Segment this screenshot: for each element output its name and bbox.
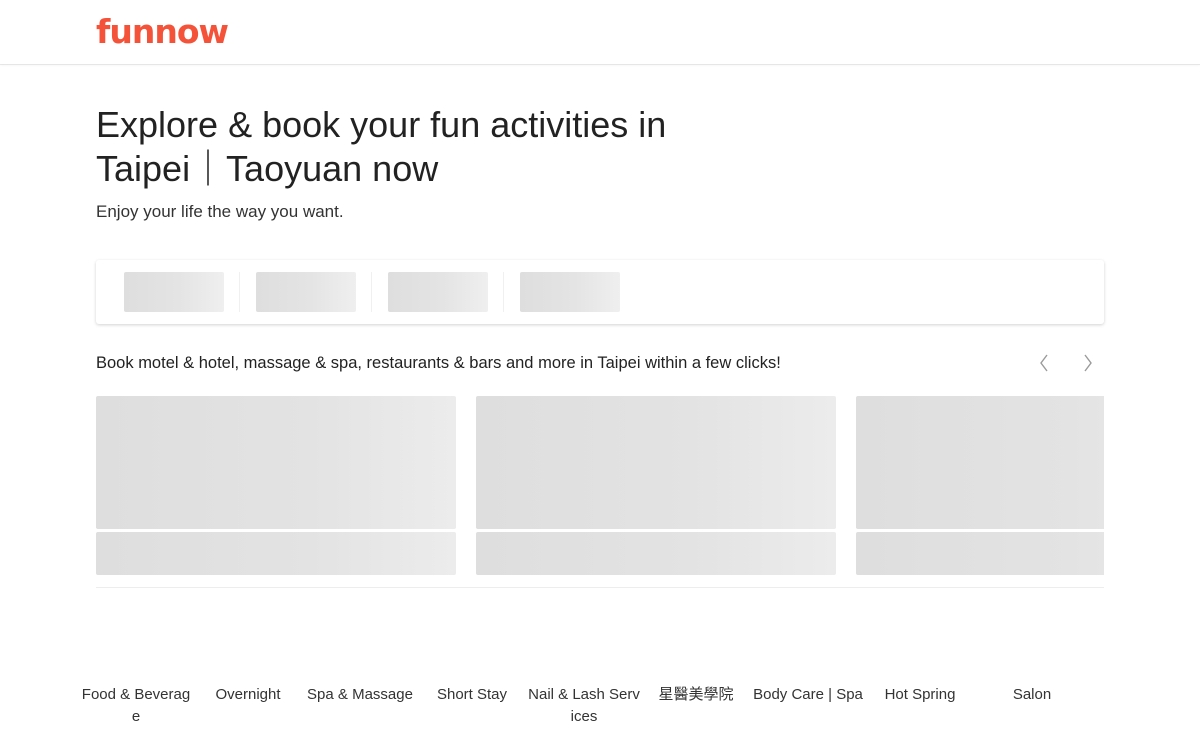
category-nav: Food & Beverage Overnight Spa & Massage … bbox=[80, 684, 1120, 744]
tab-divider bbox=[371, 272, 372, 312]
card-info-placeholder bbox=[96, 532, 456, 575]
category-food-beverage[interactable]: Food & Beverage bbox=[80, 684, 192, 728]
category-more[interactable]: G bbox=[1088, 684, 1120, 706]
activity-carousel bbox=[96, 396, 1104, 576]
category-short-stay[interactable]: Short Stay bbox=[416, 684, 528, 706]
chevron-right-icon bbox=[1084, 354, 1092, 372]
funnow-logo[interactable]: funnow bbox=[96, 12, 229, 52]
category-nail-lash[interactable]: Nail & Lash Services bbox=[528, 684, 640, 728]
category-tabs-card bbox=[96, 260, 1104, 324]
chevron-left-icon bbox=[1040, 354, 1048, 372]
activity-card-placeholder[interactable] bbox=[96, 396, 456, 575]
page-subtitle: Enjoy your life the way you want. bbox=[96, 202, 344, 221]
card-image-placeholder bbox=[856, 396, 1104, 529]
category-hot-spring[interactable]: Hot Spring bbox=[864, 684, 976, 706]
carousel-prev-button[interactable] bbox=[1032, 350, 1056, 376]
activity-card-placeholder[interactable] bbox=[856, 396, 1104, 575]
card-image-placeholder bbox=[476, 396, 836, 529]
top-navigation-bar: funnow bbox=[0, 0, 1200, 65]
card-image-placeholder bbox=[96, 396, 456, 529]
category-salon[interactable]: Salon bbox=[976, 684, 1088, 706]
category-spa-massage[interactable]: Spa & Massage bbox=[304, 684, 416, 706]
carousel-next-button[interactable] bbox=[1076, 350, 1100, 376]
tab-divider bbox=[239, 272, 240, 312]
card-info-placeholder bbox=[856, 532, 1104, 575]
section-heading: Book motel & hotel, massage & spa, resta… bbox=[96, 354, 781, 372]
card-info-placeholder bbox=[476, 532, 836, 575]
category-overnight[interactable]: Overnight bbox=[192, 684, 304, 706]
tab-divider bbox=[503, 272, 504, 312]
activity-card-placeholder[interactable] bbox=[476, 396, 836, 575]
category-body-care[interactable]: Body Care | Spa bbox=[752, 684, 864, 706]
category-medical-beauty[interactable]: 星醫美學院 bbox=[640, 684, 752, 706]
tab-placeholder[interactable] bbox=[388, 272, 488, 312]
tab-placeholder[interactable] bbox=[256, 272, 356, 312]
page-title: Explore & book your fun activities in Ta… bbox=[96, 104, 667, 189]
section-divider bbox=[96, 587, 1104, 588]
tab-placeholder[interactable] bbox=[520, 272, 620, 312]
tab-placeholder[interactable] bbox=[124, 272, 224, 312]
